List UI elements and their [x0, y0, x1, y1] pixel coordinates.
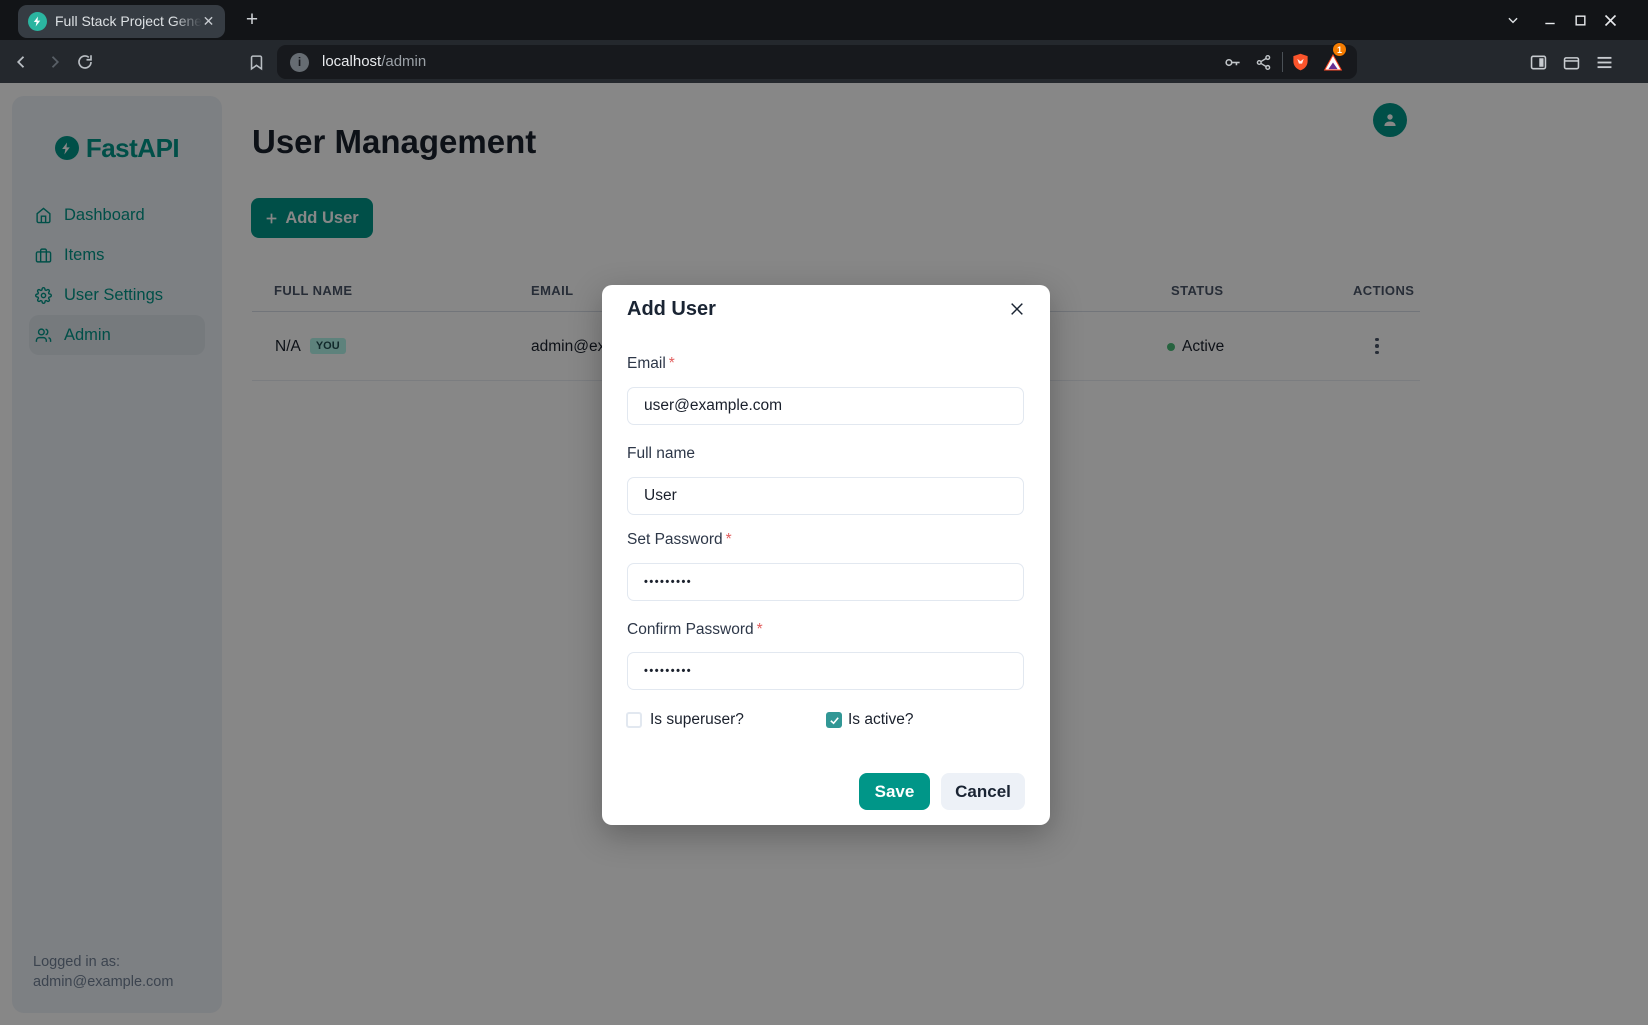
browser-tab[interactable]: Full Stack Project Genera ✕ [18, 5, 225, 38]
required-marker: * [669, 355, 675, 372]
add-user-modal: Add User Email* Full name Set Password* … [602, 285, 1050, 825]
is-active-checkbox[interactable] [826, 712, 842, 728]
cancel-button[interactable]: Cancel [941, 773, 1025, 810]
wallet-icon[interactable] [1561, 52, 1581, 72]
is-active-label: Is active? [848, 711, 913, 729]
sidebar-toggle-icon[interactable] [1528, 52, 1548, 72]
page-content: FastAPI Dashboard Items [0, 83, 1648, 1025]
fastapi-favicon-icon [28, 12, 47, 31]
url-text: localhost/admin [322, 53, 426, 70]
required-marker: * [726, 531, 732, 548]
set-password-label: Set Password* [627, 531, 732, 549]
browser-tab-bar: Full Stack Project Genera ✕ + [0, 0, 1648, 40]
rewards-notification-badge[interactable]: 1 [1332, 42, 1347, 57]
toolbar-divider [1282, 52, 1283, 72]
tab-search-chevron-icon[interactable] [1502, 9, 1524, 31]
email-label: Email* [627, 355, 675, 373]
back-button[interactable] [12, 52, 32, 72]
site-info-icon[interactable]: i [290, 53, 309, 72]
is-superuser-label: Is superuser? [650, 711, 744, 729]
required-marker: * [757, 621, 763, 638]
confirm-password-field[interactable] [627, 652, 1024, 690]
password-key-icon[interactable] [1222, 52, 1242, 72]
full-name-label: Full name [627, 445, 695, 463]
confirm-password-label: Confirm Password* [627, 621, 763, 639]
forward-button[interactable] [44, 52, 64, 72]
new-tab-button[interactable]: + [240, 8, 264, 32]
save-button[interactable]: Save [859, 773, 930, 810]
menu-hamburger-icon[interactable] [1594, 52, 1614, 72]
reload-button[interactable] [75, 52, 95, 72]
modal-close-icon[interactable] [1006, 298, 1028, 320]
browser-window: Full Stack Project Genera ✕ + [0, 0, 1648, 1025]
bookmark-icon[interactable] [246, 52, 266, 72]
is-superuser-checkbox[interactable] [626, 712, 642, 728]
set-password-field[interactable] [627, 563, 1024, 601]
modal-title: Add User [627, 298, 716, 321]
window-close-button[interactable] [1599, 9, 1621, 31]
checkbox-row: Is superuser? Is active? [602, 711, 1050, 731]
tab-close-icon[interactable]: ✕ [200, 13, 217, 30]
brave-shield-icon[interactable] [1290, 52, 1310, 72]
browser-toolbar: i localhost/admin 1 [0, 40, 1648, 83]
share-icon[interactable] [1253, 52, 1273, 72]
full-name-field[interactable] [627, 477, 1024, 515]
check-icon [829, 715, 840, 726]
email-field[interactable] [627, 387, 1024, 425]
address-bar[interactable]: i localhost/admin 1 [277, 45, 1357, 79]
window-maximize-button[interactable] [1569, 9, 1591, 31]
window-minimize-button[interactable] [1539, 9, 1561, 31]
